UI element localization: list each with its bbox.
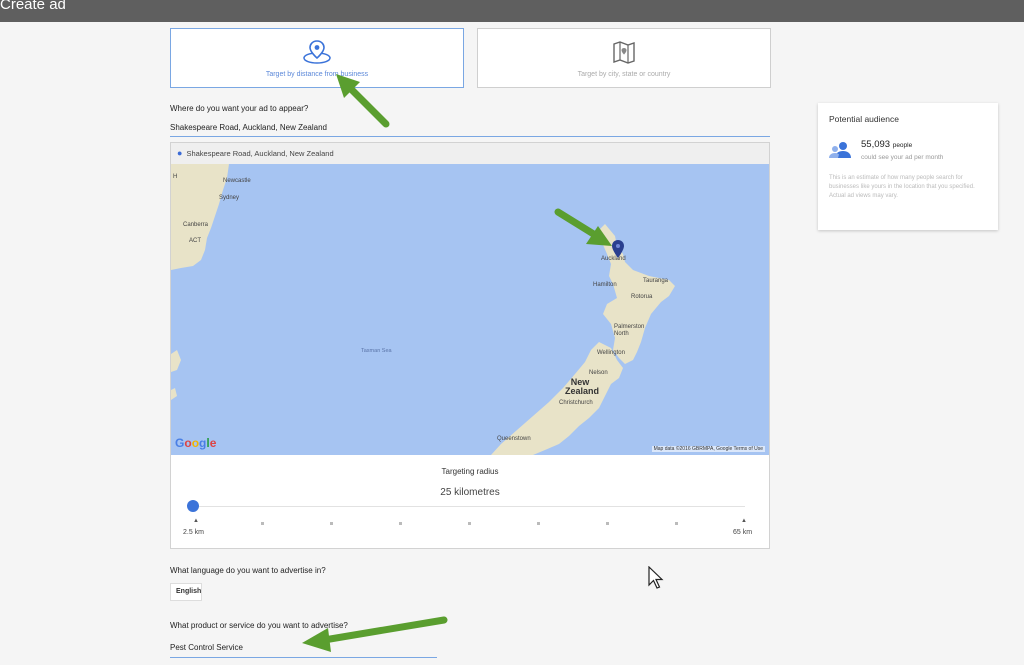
language-select[interactable]: English (170, 583, 202, 601)
targeting-radius-value: 25 kilometres (440, 487, 500, 498)
map-label-hamilton: Hamilton (593, 282, 617, 288)
map-label-act: ACT (189, 238, 201, 244)
map-header-text: Shakespeare Road, Auckland, New Zealand (186, 149, 334, 158)
slider-max-tick-icon: ▲ (741, 518, 747, 524)
slider-tick (330, 522, 333, 525)
map-label-h: H (173, 174, 178, 180)
slider-tick (261, 522, 264, 525)
slider-tick (399, 522, 402, 525)
map-view[interactable]: H Newcastle Sydney Canberra ACT Tasman S… (171, 164, 769, 455)
annotation-arrow-icon (554, 208, 612, 246)
map-label-christchurch: Christchurch (559, 400, 593, 406)
audience-count: 55,093 people (861, 139, 912, 150)
target-by-region-label: Target by city, state or country (577, 71, 671, 78)
radius-slider-track[interactable] (193, 506, 745, 507)
location-input[interactable]: Shakespeare Road, Auckland, New Zealand (170, 123, 327, 132)
slider-max-label: 65 km (733, 529, 753, 536)
map-label-wellington: Wellington (597, 350, 625, 356)
map-label-queenstown: Queenstown (497, 436, 531, 442)
audience-count-unit: people (892, 142, 913, 149)
map-canvas (171, 164, 769, 455)
location-input-underline (170, 136, 770, 137)
map-label-newcastle: Newcastle (223, 178, 251, 184)
map-label-palmerston-north: Palmerston North (614, 324, 645, 337)
location-question: Where do you want your ad to appear? (170, 104, 309, 113)
product-input-underline (170, 657, 437, 658)
slider-tick (675, 522, 678, 525)
mouse-cursor-icon (648, 566, 664, 589)
map-label-canberra: Canberra (183, 222, 209, 228)
product-input[interactable]: Pest Control Service (170, 643, 243, 652)
annotation-arrow-icon (336, 74, 390, 128)
slider-min-label: 2.5 km (183, 529, 205, 536)
folded-map-icon (611, 39, 637, 70)
slider-tick (468, 522, 471, 525)
audience-count-value: 55,093 (861, 139, 891, 150)
map-panel: ● Shakespeare Road, Auckland, New Zealand… (170, 142, 770, 549)
map-label-rotorua: Rotorua (631, 294, 653, 300)
slider-min-tick-icon: ▲ (193, 518, 199, 524)
audience-title: Potential audience (829, 114, 899, 124)
map-label-tasman-sea: Tasman Sea (361, 348, 392, 354)
radius-slider-handle[interactable] (187, 500, 199, 512)
audience-description: This is an estimate of how many people s… (829, 175, 975, 199)
annotation-arrow-icon (302, 616, 448, 652)
page-title: Create ad (0, 0, 66, 13)
map-location-header: ● Shakespeare Road, Auckland, New Zealand (171, 143, 769, 165)
slider-tick (606, 522, 609, 525)
map-label-sydney: Sydney (219, 195, 240, 201)
language-question: What language do you want to advertise i… (170, 566, 326, 575)
target-by-region-option[interactable]: Target by city, state or country (477, 28, 771, 88)
map-label-nelson: Nelson (589, 370, 608, 376)
map-label-tauranga: Tauranga (643, 278, 669, 284)
map-attribution[interactable]: Map data ©2016 GBRMPA, Google Terms of U… (651, 446, 765, 452)
potential-audience-card: Potential audience 55,093 people could s… (818, 103, 998, 230)
google-logo: Google (175, 436, 217, 450)
audience-subtitle: could see your ad per month (861, 154, 944, 161)
target-by-distance-label: Target by distance from business (265, 71, 369, 78)
target-by-distance-option[interactable]: Target by distance from business (170, 28, 464, 88)
map-label-new-zealand: New Zealand (565, 377, 600, 396)
people-icon (829, 141, 851, 164)
location-pin-icon: ● (177, 148, 183, 158)
top-bar: Create ad (0, 0, 1024, 22)
targeting-radius-title: Targeting radius (441, 467, 499, 476)
slider-tick (537, 522, 540, 525)
map-pin-icon (302, 39, 332, 70)
